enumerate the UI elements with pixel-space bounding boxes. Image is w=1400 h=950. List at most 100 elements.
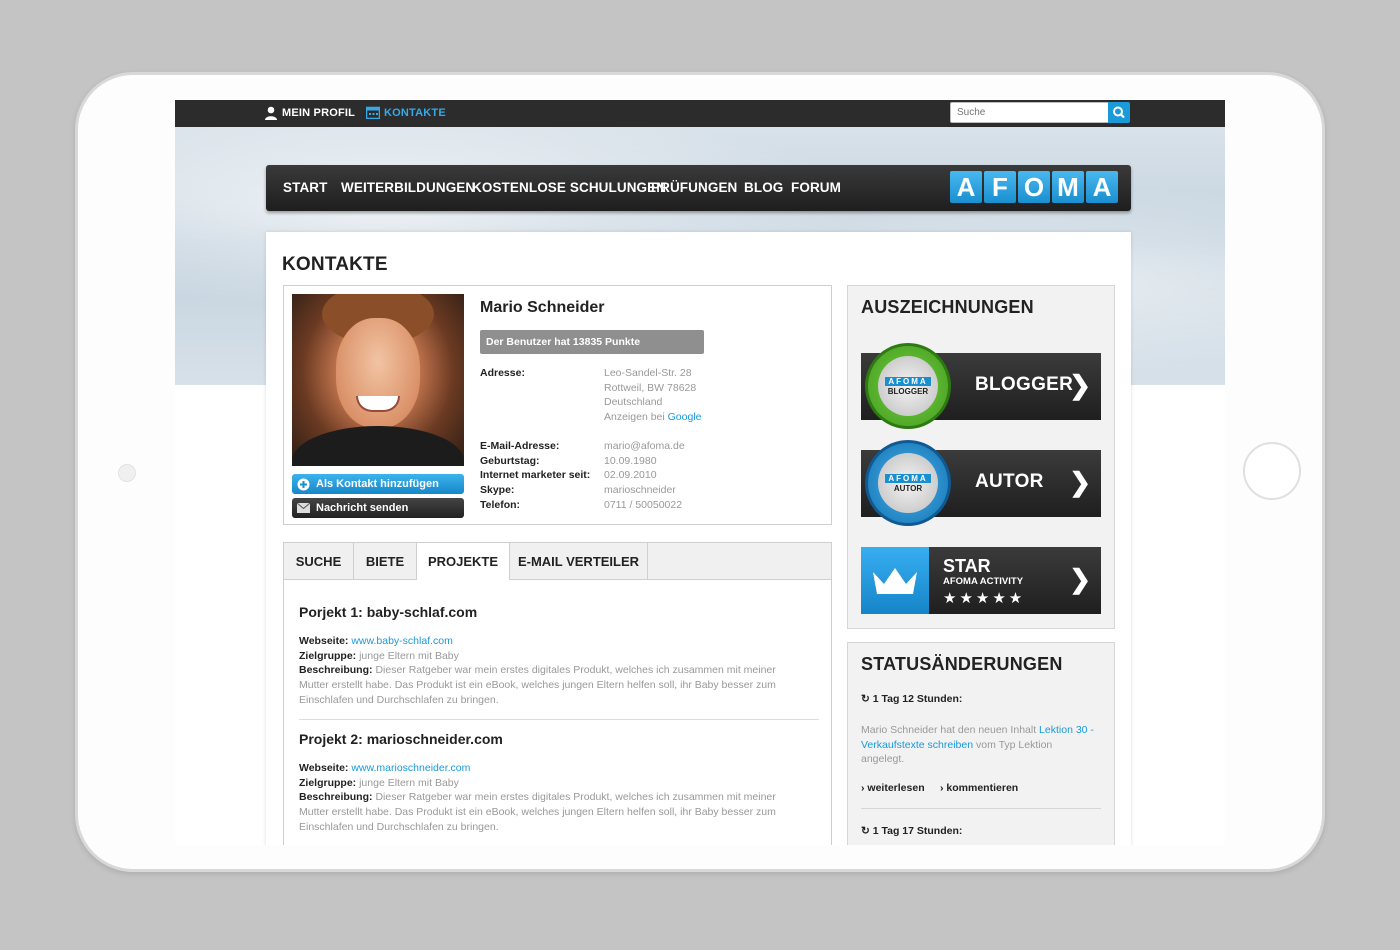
phone-label: Telefon: <box>480 499 521 511</box>
status-text: Mario Schneider hat den neuen Inhalt <box>861 724 1037 736</box>
user-icon <box>265 106 277 120</box>
award-blogger[interactable]: AFOMA BLOGGER BLOGGER ❯ <box>861 343 1101 429</box>
birthday-label: Geburtstag: <box>480 455 540 467</box>
profile-card: Als Kontakt hinzufügen Nachricht senden … <box>283 285 832 525</box>
calendar-icon <box>366 106 380 119</box>
comment-label: kommentieren <box>946 782 1019 794</box>
skype-value: marioschneider <box>604 484 676 496</box>
audience-label: Zielgruppe: <box>299 650 357 662</box>
description-label: Beschreibung: <box>299 791 373 803</box>
star-sub-label: AFOMA ACTIVITY <box>943 576 1024 587</box>
project-website-link[interactable]: www.baby-schlaf.com <box>351 635 453 647</box>
status-time-label: 1 Tag 12 Stunden: <box>872 693 963 705</box>
points-badge: Der Benutzer hat 13835 Punkte <box>480 330 704 354</box>
chevron-right-icon: ❯ <box>1069 467 1091 497</box>
nav-start[interactable]: START <box>283 180 328 195</box>
tab-projekte[interactable]: PROJEKTE <box>417 543 510 580</box>
nav-blog[interactable]: BLOG <box>744 180 783 195</box>
send-message-label: Nachricht senden <box>316 502 409 514</box>
add-contact-button[interactable]: Als Kontakt hinzufügen <box>292 474 464 494</box>
award-star[interactable]: STAR AFOMA ACTIVITY ★★★★★ ❯ <box>861 547 1101 614</box>
audience-value: junge Eltern mit Baby <box>359 650 459 662</box>
website-label: Webseite: <box>299 635 349 647</box>
email-value: mario@afoma.de <box>604 440 685 452</box>
star-rating-icon: ★★★★★ <box>943 590 1026 607</box>
tabs-panel: SUCHE BIETE PROJEKTE E-MAIL VERTEILER Po… <box>283 542 832 845</box>
project-website: Webseite: www.marioschneider.com <box>299 761 789 776</box>
address-line: Rottweil, BW 78628 <box>604 382 697 394</box>
badge-caption: BLOGGER <box>887 386 929 396</box>
envelope-icon <box>297 503 310 513</box>
read-more-link[interactable]: › weiterlesen <box>861 782 925 794</box>
logo-letter: O <box>1018 171 1050 203</box>
maps-prefix: Anzeigen bei <box>604 411 665 423</box>
nav-kostenlose-schulungen[interactable]: KOSTENLOSE SCHULUNGEN <box>472 180 666 195</box>
autor-badge-icon: AFOMA AUTOR <box>865 440 951 526</box>
history-icon: ↻ <box>861 693 870 705</box>
tab-suche[interactable]: SUCHE <box>284 543 354 579</box>
tab-email-verteiler[interactable]: E-MAIL VERTEILER <box>510 543 648 579</box>
search-button[interactable] <box>1108 102 1130 123</box>
project-title: Projekt 2: marioschneider.com <box>299 731 503 747</box>
nav-pruefungen[interactable]: PRÜFUNGEN <box>651 180 737 195</box>
screen: MEIN PROFIL KONTAKTE START WEITERBILDUNG… <box>175 100 1225 845</box>
tab-biete[interactable]: BIETE <box>354 543 417 579</box>
chevron-right-icon: › <box>940 782 944 794</box>
status-box: STATUSÄNDERUNGEN ↻ 1 Tag 12 Stunden: Mar… <box>847 642 1115 845</box>
description-label: Beschreibung: <box>299 664 373 676</box>
award-label: BLOGGER <box>975 374 1074 395</box>
main-navigation: START WEITERBILDUNGEN KOSTENLOSE SCHULUN… <box>266 165 1131 211</box>
logo-letter: A <box>950 171 982 203</box>
crown-icon <box>861 547 929 614</box>
description-line: Einschlafen und Durchschlafen zu bringen… <box>299 821 499 833</box>
tab-bar: SUCHE BIETE PROJEKTE E-MAIL VERTEILER <box>284 543 831 580</box>
status-content-link[interactable]: Lektion 30 - <box>1039 724 1094 736</box>
chevron-right-icon: › <box>861 782 865 794</box>
badge-caption: AUTOR <box>893 483 923 493</box>
description-line: Dieser Ratgeber war mein erstes digitale… <box>375 791 776 803</box>
nav-forum[interactable]: FORUM <box>791 180 841 195</box>
description-line: Dieser Ratgeber war mein erstes digitale… <box>375 664 776 676</box>
status-content-link[interactable]: Verkaufstexte schreiben <box>861 739 973 751</box>
awards-title: AUSZEICHNUNGEN <box>861 297 1034 317</box>
afoma-logo[interactable]: A F O M A <box>950 171 1118 203</box>
audience-value: junge Eltern mit Baby <box>359 777 459 789</box>
audience-label: Zielgruppe: <box>299 777 357 789</box>
award-autor[interactable]: AFOMA AUTOR AUTOR ❯ <box>861 440 1101 526</box>
project-title: Porjekt 1: baby-schlaf.com <box>299 604 478 620</box>
plus-circle-icon <box>297 478 310 490</box>
website-label: Webseite: <box>299 762 349 774</box>
status-time-label: 1 Tag 17 Stunden: <box>872 825 963 837</box>
status-text-line: angelegt. <box>861 753 905 765</box>
nav-weiterbildungen[interactable]: WEITERBILDUNGEN <box>341 180 475 195</box>
tablet-home-button[interactable] <box>1243 442 1301 500</box>
content-panel: KONTAKTE Als Kontakt hinzufügen Nachrich… <box>266 232 1131 845</box>
blogger-badge-icon: AFOMA BLOGGER <box>865 343 951 429</box>
project-audience: Zielgruppe: junge Eltern mit Baby <box>299 649 789 664</box>
my-profile-link[interactable]: MEIN PROFIL <box>264 106 355 120</box>
project-divider <box>299 719 819 720</box>
comment-link[interactable]: › kommentieren <box>940 782 1018 794</box>
logo-letter: F <box>984 171 1016 203</box>
contacts-link[interactable]: KONTAKTE <box>366 106 446 119</box>
badge-afoma: AFOMA <box>885 376 931 386</box>
email-label: E-Mail-Adresse: <box>480 440 560 452</box>
google-maps-link[interactable]: Google <box>668 411 702 423</box>
description-line: Einschlafen und Durchschlafen zu bringen… <box>299 694 499 706</box>
description-line: Mutter erstellt habe. Das Produkt ist ei… <box>299 679 776 691</box>
address-label: Adresse: <box>480 367 525 379</box>
top-bar: MEIN PROFIL KONTAKTE <box>175 100 1225 127</box>
profile-name: Mario Schneider <box>480 299 605 316</box>
address-line: Deutschland <box>604 396 663 408</box>
search-input[interactable] <box>950 102 1109 123</box>
send-message-button[interactable]: Nachricht senden <box>292 498 464 518</box>
marketer-since-label: Internet marketer seit: <box>480 469 591 481</box>
search-icon <box>1113 106 1125 119</box>
page-title: KONTAKTE <box>282 254 388 275</box>
maps-line: Anzeigen bei Google <box>604 411 702 423</box>
awards-box: AUSZEICHNUNGEN AFOMA BLOGGER BLOGGER ❯ A… <box>847 285 1115 629</box>
read-more-label: weiterlesen <box>867 782 925 794</box>
project-website-link[interactable]: www.marioschneider.com <box>351 762 470 774</box>
status-time: ↻ 1 Tag 17 Stunden: <box>861 825 962 837</box>
marketer-since-value: 02.09.2010 <box>604 469 657 481</box>
